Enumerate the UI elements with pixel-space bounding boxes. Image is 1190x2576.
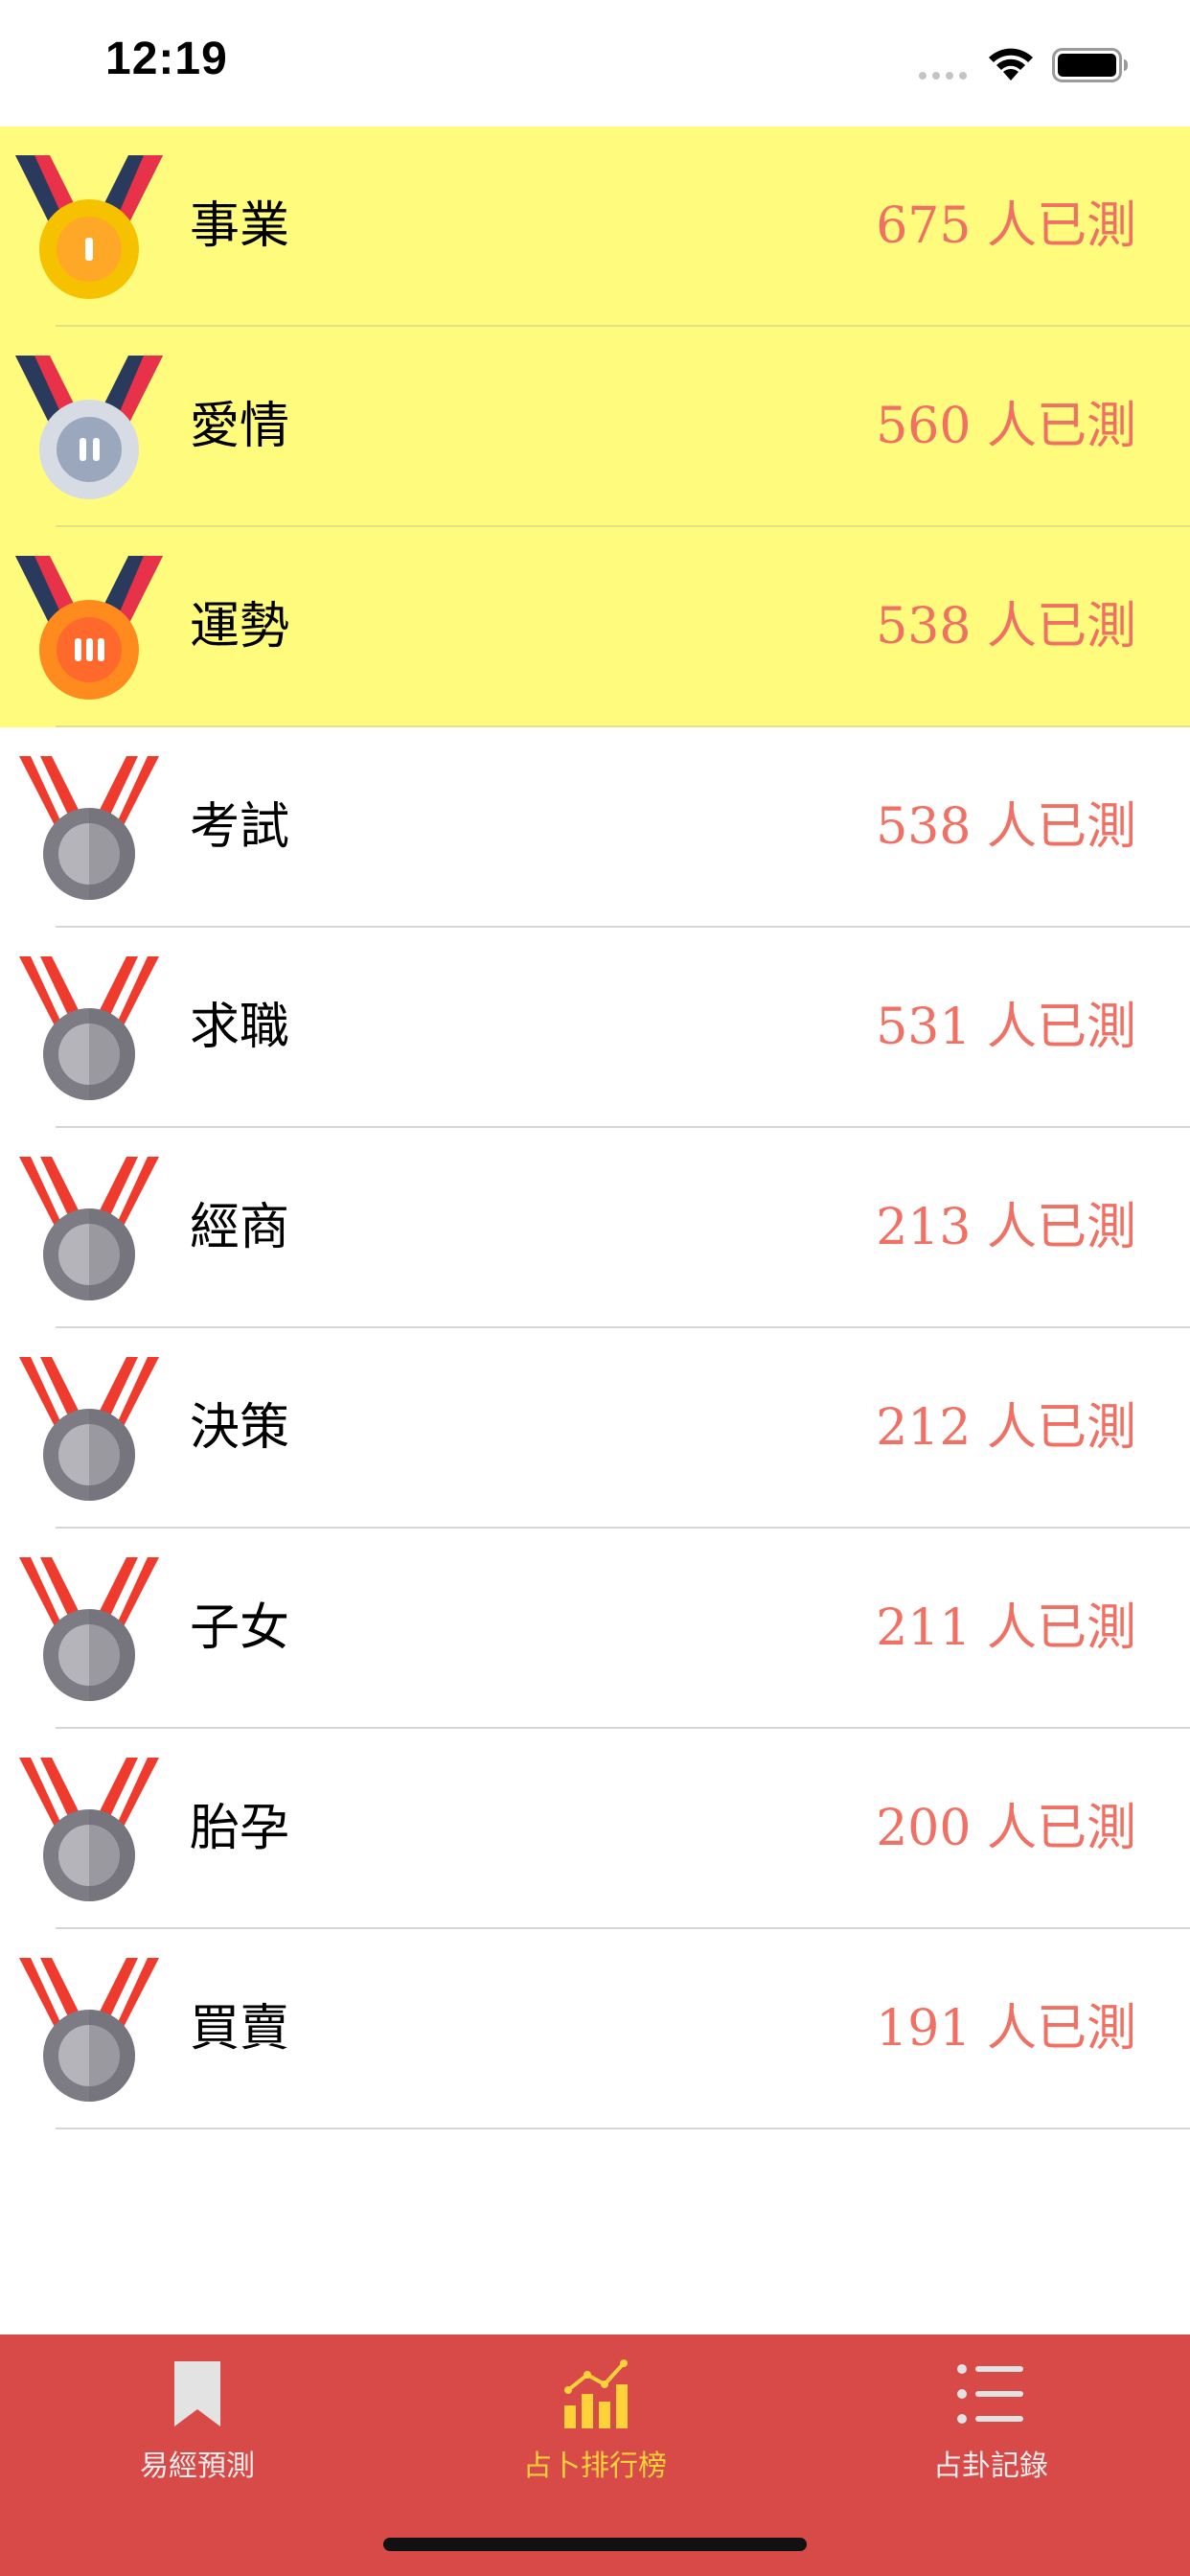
test-count: 560 人已測	[876, 398, 1136, 455]
test-count: 531 人已測	[876, 999, 1136, 1056]
list-item[interactable]: 考試 538 人已測	[0, 727, 1190, 928]
category-label: 愛情	[190, 398, 290, 455]
tab-divination-ranking[interactable]: 占卜排行榜	[451, 2356, 739, 2509]
list-item[interactable]: 事業 675 人已測	[0, 126, 1190, 327]
grey-medal-icon	[15, 1956, 163, 2104]
grey-medal-icon	[15, 1756, 163, 1903]
tab-iching-prediction[interactable]: 易經預測	[54, 2356, 341, 2509]
category-label: 經商	[190, 1199, 290, 1256]
test-count: 675 人已測	[876, 197, 1136, 255]
list-item[interactable]: 經商 213 人已測	[0, 1128, 1190, 1328]
bookmark-icon	[174, 2361, 220, 2426]
test-count: 191 人已測	[876, 2000, 1136, 2058]
status-bar: 12:19	[0, 0, 1190, 126]
category-label: 求職	[190, 999, 290, 1056]
grey-medal-icon	[15, 1555, 163, 1703]
list-item[interactable]: 子女 211 人已測	[0, 1529, 1190, 1729]
list-icon	[957, 2364, 1023, 2424]
list-item[interactable]: 胎孕 200 人已測	[0, 1729, 1190, 1929]
battery-icon	[1052, 48, 1128, 82]
list-item[interactable]: 決策 212 人已測	[0, 1328, 1190, 1529]
category-label: 事業	[190, 197, 290, 255]
category-label: 胎孕	[190, 1800, 290, 1857]
test-count: 200 人已測	[876, 1800, 1136, 1857]
category-label: 運勢	[190, 598, 290, 656]
ranking-list: 事業 675 人已測 愛情 560 人已測 運勢 538 人已測 考試 538 …	[0, 126, 1190, 2129]
grey-medal-icon	[15, 1155, 163, 1302]
tab-label: 占卦記錄	[933, 2450, 1048, 2483]
gold-medal-icon	[15, 153, 163, 301]
status-time: 12:19	[105, 34, 228, 84]
test-count: 212 人已測	[876, 1399, 1136, 1457]
test-count: 538 人已測	[876, 598, 1136, 656]
category-label: 考試	[190, 798, 290, 856]
list-item[interactable]: 愛情 560 人已測	[0, 327, 1190, 527]
test-count: 538 人已測	[876, 798, 1136, 856]
category-label: 子女	[190, 1599, 290, 1657]
category-label: 決策	[190, 1399, 290, 1457]
grey-medal-icon	[15, 754, 163, 902]
list-item[interactable]: 運勢 538 人已測	[0, 527, 1190, 727]
silver-medal-icon	[15, 354, 163, 501]
test-count: 211 人已測	[876, 1599, 1136, 1657]
bar-chart-icon	[564, 2359, 628, 2428]
wifi-icon	[989, 48, 1033, 80]
grey-medal-icon	[15, 1355, 163, 1503]
list-item[interactable]: 求職 531 人已測	[0, 928, 1190, 1128]
home-indicator[interactable]	[383, 2538, 807, 2551]
tab-label: 占卜排行榜	[523, 2450, 667, 2483]
test-count: 213 人已測	[876, 1199, 1136, 1256]
cellular-signal-icon	[919, 72, 967, 80]
grey-medal-icon	[15, 954, 163, 1102]
tab-divination-records[interactable]: 占卦記錄	[847, 2356, 1134, 2509]
category-label: 買賣	[190, 2000, 290, 2058]
tab-label: 易經預測	[140, 2450, 255, 2483]
bronze-medal-icon	[15, 554, 163, 702]
list-item[interactable]: 買賣 191 人已測	[0, 1929, 1190, 2129]
